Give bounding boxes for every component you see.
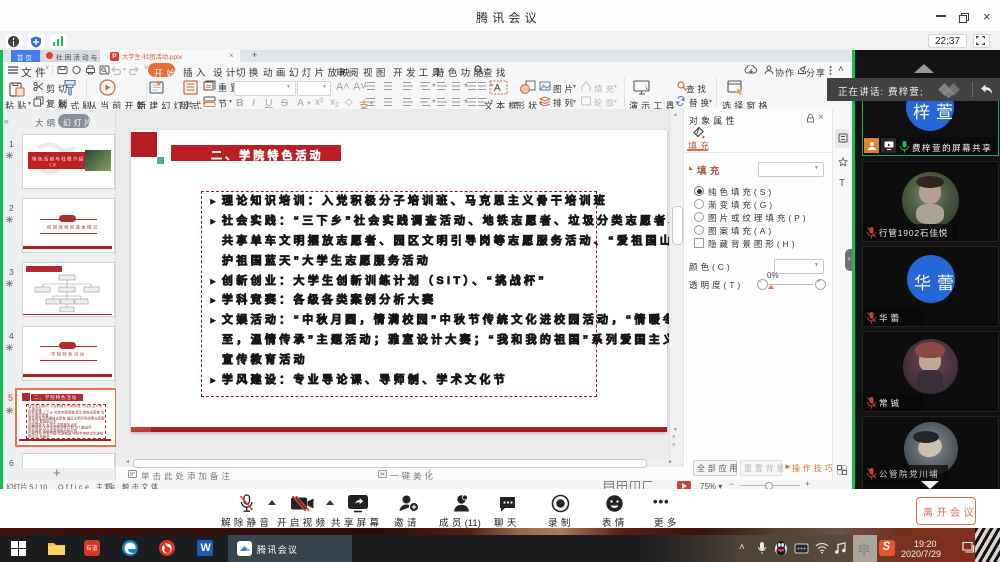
svg-text:A: A bbox=[494, 83, 501, 94]
